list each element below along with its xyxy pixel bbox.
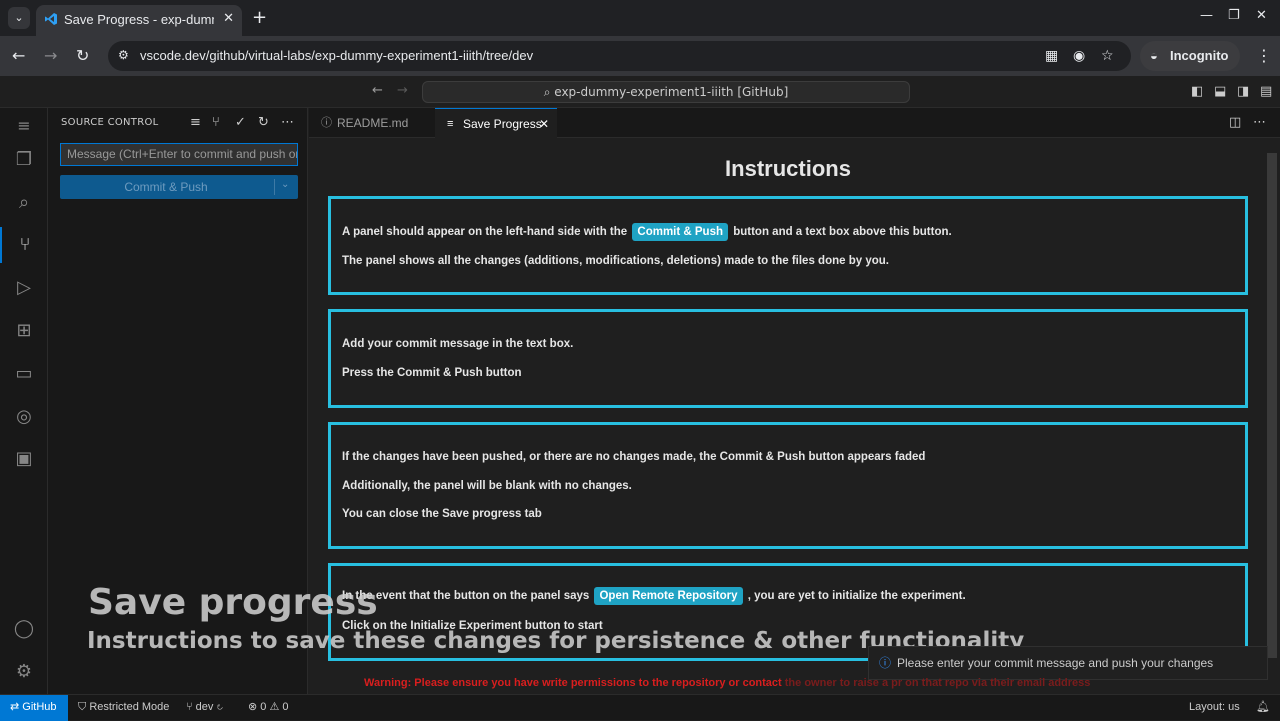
browser-menu-icon[interactable]: ⋮: [1256, 46, 1272, 65]
branch-indicator[interactable]: ⑂ dev ↻: [186, 695, 223, 720]
vscode-title-bar: ← → ⌕ exp-dummy-experiment1-iiith [GitHu…: [0, 76, 1280, 108]
commit-check-icon[interactable]: ✓: [235, 115, 246, 130]
close-tab-icon[interactable]: ✕: [223, 11, 234, 26]
error-icon: ⊗: [248, 701, 261, 713]
settings-gear-icon[interactable]: ⚙: [0, 654, 48, 690]
browser-tab-bar: ⌄ Save Progress - exp-dummy-experiment1-…: [0, 0, 1280, 36]
commit-and-push-button[interactable]: Commit & Push ⌄: [60, 175, 298, 199]
extensions-icon[interactable]: ⊞: [0, 313, 48, 349]
commit-message-input[interactable]: Message (Ctrl+Enter to commit and push o…: [60, 143, 298, 166]
run-debug-icon[interactable]: ▷: [0, 270, 48, 306]
save-progress-webview: Instructions A panel should appear on th…: [309, 138, 1280, 694]
more-actions-icon[interactable]: ⋯: [281, 115, 294, 130]
instruction-text: Additionally, the panel will be blank wi…: [342, 480, 632, 492]
close-icon[interactable]: ✕: [539, 109, 549, 139]
preview-icon: ≡: [447, 118, 454, 130]
notifications-bell-icon[interactable]: 🔔︎: [1256, 695, 1270, 720]
search-icon: ⌕: [543, 85, 555, 99]
instruction-text: If the changes have been pushed, or ther…: [342, 451, 926, 463]
eye-slash-icon[interactable]: ◉: [1073, 48, 1085, 64]
tab-save-progress[interactable]: ≡ Save Progress ✕: [435, 108, 557, 138]
go-back-icon[interactable]: ←: [372, 83, 383, 98]
scrollbar[interactable]: [1267, 153, 1277, 658]
status-bar: ⇄ GitHub ⛉ Restricted Mode ⑂ dev ↻ ⊗ 0 ⚠…: [0, 694, 1280, 721]
command-center[interactable]: ⌕ exp-dummy-experiment1-iiith [GitHub]: [422, 81, 910, 103]
pull-request-icon[interactable]: ⑂: [212, 115, 220, 130]
restore-icon[interactable]: ❐: [1228, 8, 1240, 23]
branch-icon: ⑂: [186, 701, 196, 713]
warning-icon: ⚠: [266, 701, 283, 713]
problems-indicator[interactable]: ⊗ 0 ⚠ 0: [248, 695, 289, 720]
toggle-sidebar-icon[interactable]: ◧: [1191, 84, 1203, 99]
toggle-panel-icon[interactable]: ⬓: [1214, 84, 1226, 99]
editor-tab-bar: ⓘ README.md ≡ Save Progress ✕ ◫ ⋯: [309, 108, 1280, 138]
address-bar[interactable]: ⚙ vscode.dev/github/virtual-labs/exp-dum…: [108, 41, 1131, 71]
instruction-text: A panel should appear on the left-hand s…: [342, 223, 952, 241]
shield-icon: ⛉: [78, 701, 90, 713]
reload-icon[interactable]: ↻: [76, 46, 89, 65]
go-forward-icon[interactable]: →: [397, 83, 408, 98]
new-tab-plus-icon[interactable]: +: [252, 7, 267, 28]
toggle-secondary-sidebar-icon[interactable]: ◨: [1237, 84, 1249, 99]
explorer-icon[interactable]: ❐: [0, 142, 48, 178]
back-arrow-icon[interactable]: ←: [12, 46, 25, 65]
instruction-text: The panel shows all the changes (additio…: [342, 255, 889, 267]
bookmark-star-icon[interactable]: ☆: [1101, 48, 1114, 64]
remote-explorer-icon[interactable]: ▭: [0, 356, 48, 392]
incognito-icon: ◒: [1150, 48, 1158, 63]
editor-more-actions-icon[interactable]: ⋯: [1253, 115, 1266, 130]
sync-icon: ↻: [213, 701, 224, 713]
qr-code-icon[interactable]: ▦: [1045, 48, 1058, 64]
tab-readme[interactable]: ⓘ README.md: [309, 108, 429, 138]
commit-push-badge: Commit & Push: [632, 223, 729, 241]
source-control-icon[interactable]: ⑂: [0, 227, 48, 263]
minimize-icon[interactable]: —: [1200, 8, 1213, 23]
forward-arrow-icon[interactable]: →: [44, 46, 57, 65]
permission-warning: Warning: Please ensure you have write pe…: [364, 677, 1091, 689]
instruction-box-2: Add your commit message in the text box.…: [328, 309, 1248, 408]
sidebar-title: SOURCE CONTROL: [61, 117, 159, 128]
info-icon: ⓘ: [879, 656, 892, 670]
close-window-icon[interactable]: ✕: [1256, 8, 1267, 23]
refresh-icon[interactable]: ↻: [258, 115, 269, 130]
instruction-text: You can close the Save progress tab: [342, 508, 542, 520]
browser-toolbar: ← → ↻ ⚙ vscode.dev/github/virtual-labs/e…: [0, 36, 1280, 76]
activity-bar: ≡ ❐ ⌕ ⑂ ▷ ⊞ ▭ ◎ ▣ ◯ ⚙: [0, 108, 48, 694]
chevron-down-icon[interactable]: ⌄: [281, 179, 289, 190]
button-separator: [274, 179, 275, 195]
site-info-icon[interactable]: ⚙: [118, 48, 129, 62]
instruction-text: Press the Commit & Push button: [342, 367, 522, 379]
browser-tab-save-progress[interactable]: Save Progress - exp-dummy-experiment1-ii…: [36, 5, 242, 36]
page-title: Instructions: [725, 156, 851, 181]
menu-icon[interactable]: ≡: [0, 108, 48, 144]
notification-toast[interactable]: ⓘ Please enter your commit message and p…: [868, 646, 1268, 680]
remote-icon: ⇄: [10, 701, 23, 713]
customize-layout-icon[interactable]: ▤: [1260, 84, 1272, 99]
split-editor-icon[interactable]: ◫: [1229, 115, 1241, 130]
github-icon[interactable]: ◎: [0, 399, 48, 435]
browser-tab-title: Save Progress - exp-dummy-experiment1-ii…: [64, 12, 214, 27]
view-as-tree-icon[interactable]: ≡: [190, 115, 201, 130]
preview-panel-icon[interactable]: ▣: [0, 441, 48, 477]
url-text: vscode.dev/github/virtual-labs/exp-dummy…: [140, 48, 534, 63]
remote-indicator[interactable]: ⇄ GitHub: [0, 695, 68, 721]
accounts-icon[interactable]: ◯: [0, 611, 48, 647]
instruction-text: In the event that the button on the pane…: [342, 587, 966, 605]
keyboard-layout[interactable]: Layout: us: [1189, 695, 1240, 720]
restricted-mode-indicator[interactable]: ⛉ Restricted Mode: [78, 695, 169, 720]
instruction-box-3: If the changes have been pushed, or ther…: [328, 422, 1248, 549]
incognito-profile-button[interactable]: ◒ Incognito: [1140, 41, 1240, 71]
tab-search-chevron-icon[interactable]: ⌄: [8, 7, 30, 29]
notification-message: Please enter your commit message and pus…: [897, 656, 1214, 670]
instruction-text: Add your commit message in the text box.: [342, 338, 574, 350]
vscode-logo-icon: [45, 13, 57, 25]
instruction-box-1: A panel should appear on the left-hand s…: [328, 196, 1248, 295]
overlay-title: Save progress: [88, 582, 378, 623]
info-icon: ⓘ: [321, 117, 332, 129]
search-icon[interactable]: ⌕: [0, 185, 48, 221]
open-remote-repository-badge: Open Remote Repository: [594, 587, 743, 605]
